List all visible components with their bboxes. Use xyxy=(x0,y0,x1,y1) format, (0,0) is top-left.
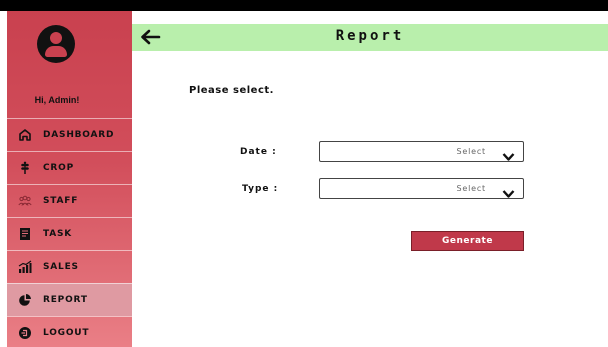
sidebar-item-label: SALES xyxy=(43,262,79,272)
page-header: Report xyxy=(132,24,608,51)
sidebar-nav: DASHBOARD CROP STAFF TASK SALES REPORT L… xyxy=(7,118,132,347)
avatar-icon xyxy=(37,25,75,63)
sidebar-item-label: STAFF xyxy=(43,196,79,206)
staff-icon xyxy=(18,194,32,208)
sales-icon xyxy=(18,260,32,274)
sidebar-item-report[interactable]: REPORT xyxy=(7,283,132,316)
pie-chart-icon xyxy=(18,293,32,307)
greeting-text: Hi, Admin! xyxy=(34,95,80,105)
top-bar xyxy=(0,0,608,11)
home-icon xyxy=(18,128,32,142)
sidebar-item-label: REPORT xyxy=(43,295,88,305)
sidebar-item-label: LOGOUT xyxy=(43,328,90,338)
sidebar-item-staff[interactable]: STAFF xyxy=(7,184,132,217)
sidebar-item-logout[interactable]: LOGOUT xyxy=(7,316,132,347)
crop-icon xyxy=(18,161,32,175)
chevron-down-icon xyxy=(502,184,515,198)
sidebar: Hi, Admin! DASHBOARD CROP STAFF TASK SAL… xyxy=(7,11,132,347)
date-select[interactable]: Select xyxy=(319,141,524,162)
chevron-down-icon xyxy=(502,147,515,161)
sidebar-item-dashboard[interactable]: DASHBOARD xyxy=(7,118,132,151)
generate-button[interactable]: Generate xyxy=(411,231,524,251)
task-icon xyxy=(18,227,32,241)
profile-section: Hi, Admin! xyxy=(7,11,132,123)
logout-icon xyxy=(18,326,32,340)
sidebar-item-label: DASHBOARD xyxy=(43,130,115,140)
sidebar-item-label: CROP xyxy=(43,163,74,173)
type-select[interactable]: Select xyxy=(319,178,524,199)
sidebar-item-task[interactable]: TASK xyxy=(7,217,132,250)
type-select-value: Select xyxy=(456,184,486,193)
type-label: Type : xyxy=(242,184,279,194)
sidebar-item-label: TASK xyxy=(43,229,73,239)
sidebar-item-crop[interactable]: CROP xyxy=(7,151,132,184)
sidebar-item-sales[interactable]: SALES xyxy=(7,250,132,283)
page-title: Report xyxy=(335,28,405,44)
date-label: Date : xyxy=(240,147,277,157)
date-select-value: Select xyxy=(456,147,486,156)
instruction-text: Please select. xyxy=(189,85,274,96)
